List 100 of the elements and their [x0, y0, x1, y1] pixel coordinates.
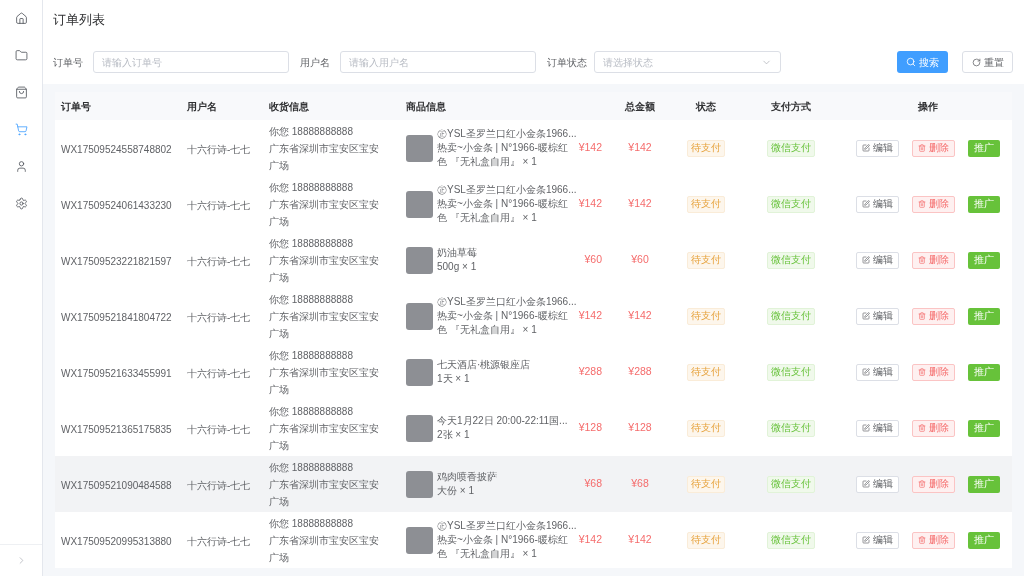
contact-phone: 你您 18888888888	[269, 236, 353, 251]
unit-price: ¥128	[578, 420, 602, 436]
edit-icon	[862, 144, 870, 152]
contact-phone: 你您 18888888888	[269, 124, 353, 139]
product-name: ㊣YSL圣罗兰口红小金条1966...	[437, 183, 577, 197]
reset-button[interactable]: 重置	[962, 51, 1013, 73]
edit-button[interactable]: 编辑	[856, 307, 899, 325]
product-name: ㊣YSL圣罗兰口红小金条1966...	[437, 295, 577, 309]
status-tag: 待支付	[687, 531, 725, 549]
promote-button[interactable]: 推广	[968, 475, 1000, 493]
shipping-address: 广东省深圳市宝安区宝安广场	[269, 477, 380, 509]
order-number: WX17509521633455991	[61, 368, 172, 379]
folder-icon[interactable]	[14, 49, 28, 62]
text-input-field[interactable]: 请输入用户名	[340, 51, 536, 73]
username: 十六行诗-七七	[187, 312, 251, 323]
payment-tag: 微信支付	[767, 363, 815, 381]
product-name: 今天1月22日 20:00-22:11国...	[437, 414, 568, 428]
settings-icon[interactable]	[14, 197, 28, 210]
product-name: ㊣YSL圣罗兰口红小金条1966...	[437, 519, 577, 533]
promote-button[interactable]: 推广	[968, 419, 1000, 437]
contact-phone: 你您 18888888888	[269, 460, 353, 475]
product-spec: 500g × 1	[437, 260, 477, 274]
edit-button[interactable]: 编辑	[856, 139, 899, 157]
payment-tag: 微信支付	[767, 195, 815, 213]
contact-phone: 你您 18888888888	[269, 348, 353, 363]
payment-tag: 微信支付	[767, 307, 815, 325]
photo-placeholder	[406, 358, 433, 386]
edit-button[interactable]: 编辑	[856, 363, 899, 381]
column-header: 订单号	[60, 99, 91, 114]
promote-button[interactable]: 推广	[968, 307, 1000, 325]
user-icon[interactable]	[14, 160, 28, 173]
promote-button[interactable]: 推广	[968, 363, 1000, 381]
edit-icon	[862, 368, 870, 376]
column-header: 总金额	[625, 99, 655, 114]
order-number: WX17509521365175835	[61, 424, 172, 435]
order-number: WX17509524558748802	[61, 144, 172, 155]
product-spec: 热卖~小金条 | N°1966-暖棕红色 『无礼盒自用』 × 1	[437, 309, 569, 337]
status-tag: 待支付	[687, 195, 725, 213]
status-tag: 待支付	[687, 251, 725, 269]
edit-icon	[862, 424, 870, 432]
edit-icon	[862, 256, 870, 264]
username: 十六行诗-七七	[187, 144, 251, 155]
username: 十六行诗-七七	[187, 480, 251, 491]
total-amount: ¥142	[628, 532, 652, 548]
home-icon[interactable]	[14, 12, 28, 25]
promote-button[interactable]: 推广	[968, 531, 1000, 549]
column-header: 用户名	[186, 99, 217, 114]
payment-tag: 微信支付	[767, 475, 815, 493]
status-tag: 待支付	[687, 475, 725, 493]
contact-phone: 你您 18888888888	[269, 180, 353, 195]
photo-placeholder	[406, 414, 433, 442]
total-amount: ¥128	[628, 420, 652, 436]
edit-button[interactable]: 编辑	[856, 531, 899, 549]
trash-icon	[918, 200, 926, 208]
order-number: WX17509520995313880	[61, 536, 172, 547]
product-spec: 热卖~小金条 | N°1966-暖棕红色 『无礼盒自用』 × 1	[437, 141, 569, 169]
bag-icon[interactable]	[14, 86, 28, 99]
shipping-address: 广东省深圳市宝安区宝安广场	[269, 309, 380, 341]
edit-button[interactable]: 编辑	[856, 251, 899, 269]
photo-placeholder	[406, 246, 433, 274]
trash-icon	[918, 480, 926, 488]
payment-tag: 微信支付	[767, 531, 815, 549]
delete-button[interactable]: 删除	[912, 195, 955, 213]
trash-icon	[918, 312, 926, 320]
edit-button[interactable]: 编辑	[856, 475, 899, 493]
delete-button[interactable]: 删除	[912, 251, 955, 269]
page-title: 订单列表	[53, 11, 105, 29]
unit-price: ¥60	[584, 252, 602, 268]
promote-button[interactable]: 推广	[968, 251, 1000, 269]
contact-phone: 你您 18888888888	[269, 292, 353, 307]
search-button[interactable]: 搜索	[897, 51, 948, 73]
delete-button[interactable]: 删除	[912, 139, 955, 157]
status-select[interactable]: 请选择状态	[594, 51, 781, 73]
photo-placeholder	[406, 302, 433, 330]
promote-button[interactable]: 推广	[968, 139, 1000, 157]
username: 十六行诗-七七	[187, 200, 251, 211]
product-name: 鸡肉喷香披萨	[437, 470, 497, 484]
product-spec: 大份 × 1	[437, 484, 474, 498]
delete-button[interactable]: 删除	[912, 419, 955, 437]
delete-button[interactable]: 删除	[912, 531, 955, 549]
column-header: 操作	[918, 99, 938, 114]
edit-button[interactable]: 编辑	[856, 419, 899, 437]
username: 十六行诗-七七	[187, 536, 251, 547]
unit-price: ¥68	[584, 476, 602, 492]
photo-placeholder	[406, 470, 433, 498]
shipping-address: 广东省深圳市宝安区宝安广场	[269, 253, 380, 285]
delete-button[interactable]: 删除	[912, 475, 955, 493]
order-number: WX17509521841804722	[61, 312, 172, 323]
unit-price: ¥142	[578, 140, 602, 156]
delete-button[interactable]: 删除	[912, 363, 955, 381]
total-amount: ¥288	[628, 364, 652, 380]
contact-phone: 你您 18888888888	[269, 404, 353, 419]
total-amount: ¥142	[628, 196, 652, 212]
status-tag: 待支付	[687, 139, 725, 157]
payment-tag: 微信支付	[767, 251, 815, 269]
cart-icon[interactable]	[14, 123, 28, 136]
promote-button[interactable]: 推广	[968, 195, 1000, 213]
edit-button[interactable]: 编辑	[856, 195, 899, 213]
order-number: WX17509521090484588	[61, 480, 172, 491]
delete-button[interactable]: 删除	[912, 307, 955, 325]
